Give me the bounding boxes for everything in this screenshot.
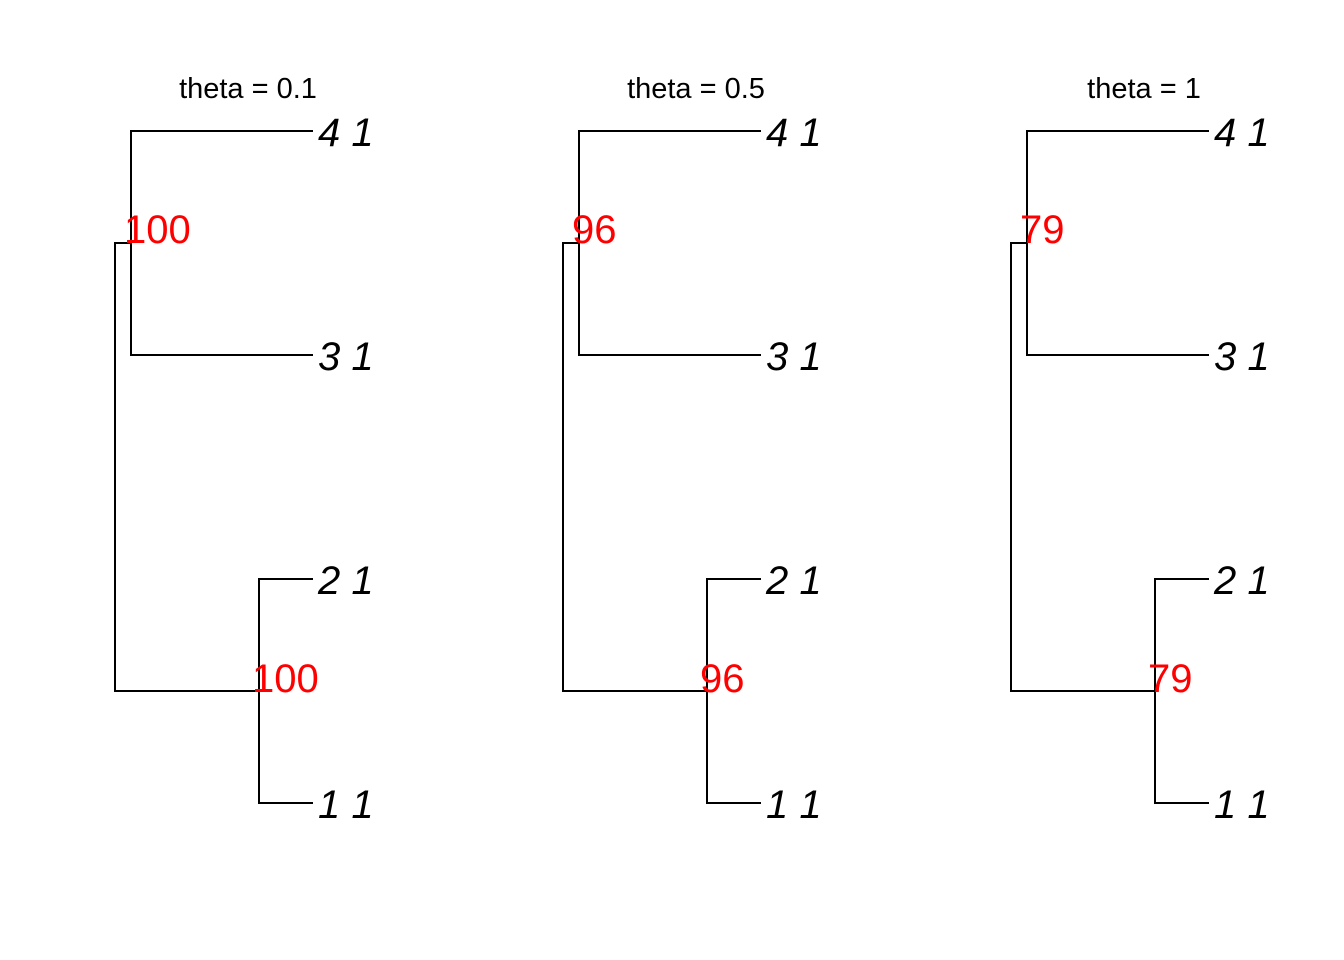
node-support-label: 79	[1148, 657, 1193, 701]
branch-root	[1010, 242, 1155, 692]
node-support-label: 96	[700, 657, 745, 701]
panel-3: theta = 1 4 1 3 1 2 1 1 1 79 79	[1010, 73, 1270, 827]
branch-root	[562, 242, 707, 692]
panel-2: theta = 0.5 4 1 3 1 2 1 1 1 96 96	[562, 73, 822, 827]
panel-title: theta = 1	[1087, 73, 1201, 105]
tip-label: 1 1	[318, 783, 374, 827]
tree-panels-svg: theta = 0.1 4 1 3 1 2 1 1 1 100 100 thet…	[114, 73, 1270, 827]
node-support-label: 96	[572, 208, 617, 252]
panel-1: theta = 0.1 4 1 3 1 2 1 1 1 100 100	[114, 73, 374, 827]
tip-label: 2 1	[1213, 559, 1270, 603]
tip-label: 3 1	[318, 335, 374, 379]
panel-title: theta = 0.5	[627, 73, 765, 105]
tip-label: 4 1	[766, 111, 822, 155]
node-support-label: 79	[1020, 208, 1065, 252]
panel-title: theta = 0.1	[179, 73, 317, 105]
tree-figure: theta = 0.1 4 1 3 1 2 1 1 1 100 100 thet…	[0, 0, 1344, 960]
tip-label: 2 1	[317, 559, 374, 603]
tip-label: 1 1	[1214, 783, 1270, 827]
tip-label: 4 1	[318, 111, 374, 155]
tip-label: 1 1	[766, 783, 822, 827]
node-support-label: 100	[124, 208, 191, 252]
node-support-label: 100	[252, 657, 319, 701]
branch-root	[114, 242, 259, 692]
tip-label: 2 1	[765, 559, 822, 603]
tip-label: 3 1	[766, 335, 822, 379]
tip-label: 4 1	[1214, 111, 1270, 155]
tip-label: 3 1	[1214, 335, 1270, 379]
